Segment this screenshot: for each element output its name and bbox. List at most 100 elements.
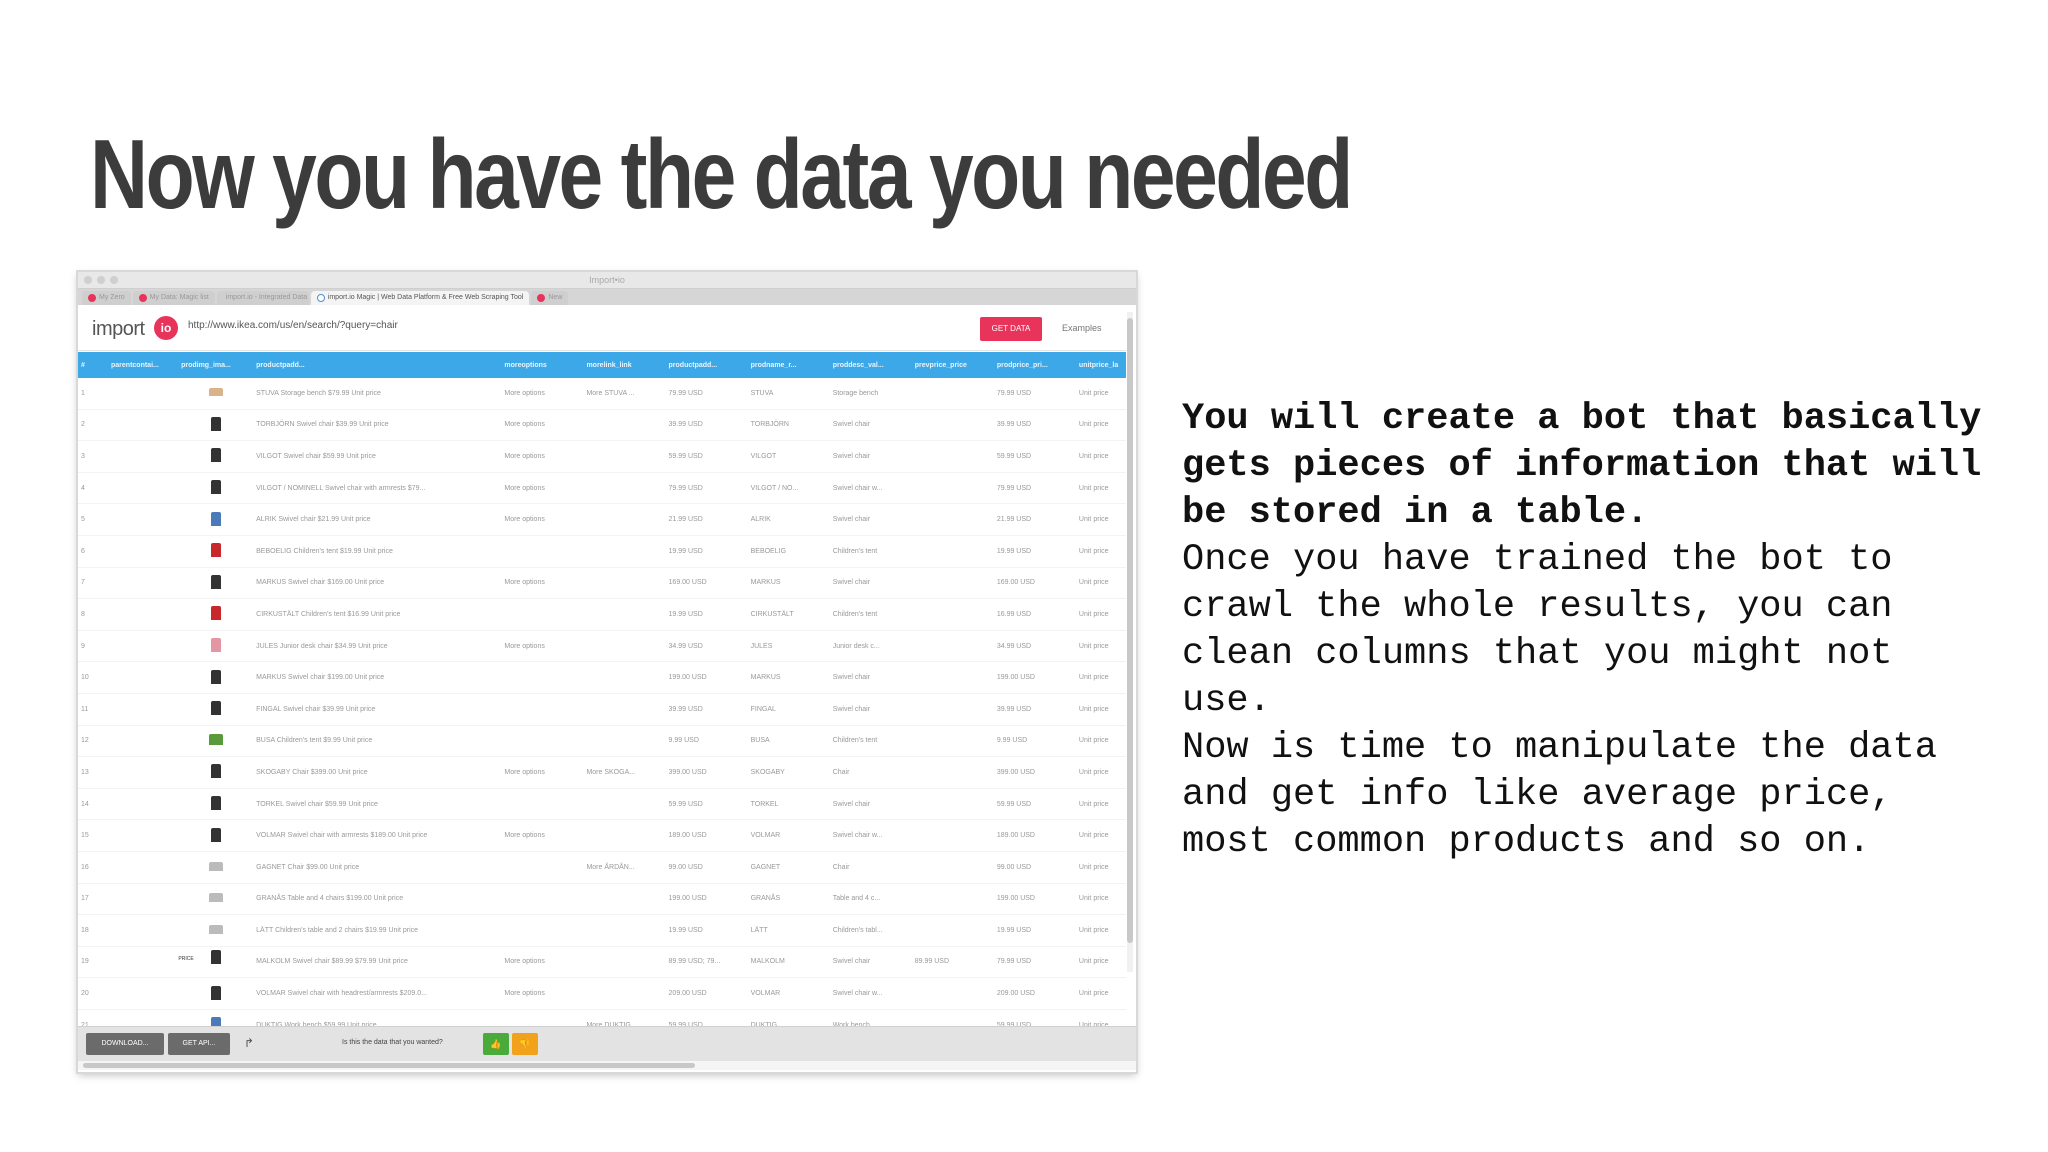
cell-name: VOLMAR <box>747 819 830 852</box>
cell-text: STUVA Storage bench $79.99 Unit price <box>253 378 502 410</box>
table-row[interactable]: 3 VILGOT Swivel chair $59.99 Unit price Mo… <box>78 440 1126 473</box>
browser-tab[interactable]: My Zero <box>82 291 131 305</box>
cell-prev <box>911 535 994 568</box>
cell-price: 79.99 USD <box>665 472 748 505</box>
horizontal-scrollbar[interactable] <box>78 1061 1136 1070</box>
product-thumbnail[interactable] <box>210 827 221 842</box>
column-header[interactable]: prodimg_ima... <box>178 352 254 378</box>
product-thumbnail[interactable] <box>210 985 221 1000</box>
cell-link <box>583 472 666 505</box>
table-row[interactable]: 7 MARKUS Swivel chair $169.00 Unit price M… <box>78 567 1126 600</box>
cell-price: 39.99 USD <box>665 693 748 726</box>
column-header[interactable]: # <box>78 352 109 378</box>
cell-more <box>501 598 584 631</box>
product-thumbnail[interactable] <box>210 796 221 811</box>
table-row[interactable]: 14 TORKEL Swivel chair $59.99 Unit price 5… <box>78 788 1126 821</box>
table-row[interactable]: 16 GAGNET Chair $99.00 Unit price More ÅRD… <box>78 851 1126 884</box>
thumbs-up-icon[interactable]: 👍 <box>483 1033 509 1055</box>
cell-price: 189.00 USD <box>665 819 748 852</box>
product-thumbnail[interactable] <box>208 734 223 746</box>
cell-desc: Swivel chair w... <box>829 977 912 1010</box>
table-row[interactable]: 18 LÄTT Children's table and 2 chairs $19… <box>78 914 1126 947</box>
product-thumbnail[interactable] <box>208 861 223 871</box>
cell-unit: Unit price <box>1075 661 1126 694</box>
cell-unit: Unit price <box>1075 788 1126 821</box>
cell-pp: 99.00 USD <box>993 851 1076 884</box>
product-thumbnail[interactable] <box>210 701 221 716</box>
column-header[interactable]: prevprice_price <box>911 352 994 378</box>
cell-pp: 19.99 USD <box>993 914 1076 947</box>
thumbs-down-icon[interactable]: 👎 <box>512 1033 538 1055</box>
browser-tab-label: New <box>548 294 563 301</box>
table-row[interactable]: 6 BEBOELIG Children's tent $19.99 Unit pr… <box>78 535 1126 568</box>
column-header[interactable]: parentcontai... <box>108 352 179 378</box>
product-thumbnail[interactable] <box>210 448 221 463</box>
cell-prev <box>911 661 994 694</box>
cell-n: 1 <box>78 378 109 410</box>
product-image-cell: NEW LOWER PRICE <box>178 946 254 979</box>
cell-price: 34.99 USD <box>665 630 748 663</box>
cell-desc: Swivel chair <box>829 661 912 694</box>
product-thumbnail[interactable] <box>210 606 221 621</box>
window-controls[interactable] <box>84 276 118 284</box>
browser-tab[interactable]: New <box>531 291 569 305</box>
product-thumbnail[interactable] <box>208 388 223 397</box>
column-header[interactable]: prodname_r... <box>747 352 830 378</box>
column-header[interactable]: morelink_link <box>583 352 666 378</box>
product-thumbnail[interactable] <box>208 924 223 934</box>
product-thumbnail[interactable] <box>210 764 221 779</box>
cell-link <box>583 819 666 852</box>
cell-desc: Swivel chair w... <box>829 819 912 852</box>
table-row[interactable]: 4 VILGOT / NOMINELL Swivel chair with arm… <box>78 472 1126 505</box>
column-header[interactable]: moreoptions <box>501 352 584 378</box>
column-header[interactable]: productpadd... <box>665 352 748 378</box>
column-header[interactable]: prodprice_pri... <box>993 352 1076 378</box>
get-api-button[interactable]: GET API... <box>168 1033 230 1055</box>
examples-link[interactable]: Examples <box>1062 323 1102 333</box>
cell-prev <box>911 440 994 473</box>
table-row[interactable]: 2 TORBJÖRN Swivel chair $39.99 Unit price… <box>78 409 1126 442</box>
parent-container-cell <box>108 693 179 726</box>
url-input[interactable]: http://www.ikea.com/us/en/search/?query=… <box>188 320 398 331</box>
table-row[interactable]: 20 VOLMAR Swivel chair with headrest/armr… <box>78 977 1126 1010</box>
product-image-cell <box>178 851 254 884</box>
parent-container-cell <box>108 819 179 852</box>
redo-icon[interactable]: ↱ <box>244 1036 254 1050</box>
product-thumbnail[interactable] <box>210 950 221 965</box>
table-row[interactable]: 10 MARKUS Swivel chair $199.00 Unit price… <box>78 661 1126 694</box>
product-image-cell <box>178 914 254 947</box>
table-row[interactable]: 11 FINGAL Swivel chair $39.99 Unit price 3… <box>78 693 1126 726</box>
parent-container-cell <box>108 567 179 600</box>
product-thumbnail[interactable] <box>210 638 221 653</box>
cell-name: GAGNET <box>747 851 830 884</box>
product-thumbnail[interactable] <box>210 416 221 431</box>
browser-tab[interactable]: import.io - Integrated Data Science... <box>216 291 309 305</box>
column-header[interactable]: unitprice_la <box>1075 352 1126 378</box>
table-row[interactable]: 17 GRANÅS Table and 4 chairs $199.00 Unit… <box>78 883 1126 916</box>
cell-unit: Unit price <box>1075 914 1126 947</box>
table-row[interactable]: 12 BUSA Children's tent $9.99 Unit price 9… <box>78 725 1126 758</box>
column-header[interactable]: productpadd... <box>253 352 502 378</box>
table-row[interactable]: 13 SKOGABY Chair $399.00 Unit price More o… <box>78 756 1126 789</box>
product-thumbnail[interactable] <box>208 893 223 903</box>
table-row[interactable]: 5 ALRIK Swivel chair $21.99 Unit price Mor… <box>78 503 1126 536</box>
table-row[interactable]: 15 VOLMAR Swivel chair with armrests $189… <box>78 819 1126 852</box>
cell-unit: Unit price <box>1075 409 1126 442</box>
get-data-button[interactable]: GET DATA <box>980 317 1042 341</box>
table-row[interactable]: 1 STUVA Storage bench $79.99 Unit price Mo… <box>78 378 1126 410</box>
column-header[interactable]: proddesc_val... <box>829 352 912 378</box>
product-thumbnail[interactable] <box>210 511 221 526</box>
browser-tab[interactable]: My Data: Magic list <box>132 291 215 305</box>
product-thumbnail[interactable] <box>210 480 221 495</box>
table-row[interactable]: 19 NEW LOWER PRICEMALKOLM Swivel chair $8… <box>78 946 1126 979</box>
vertical-scrollbar[interactable] <box>1127 312 1133 972</box>
product-thumbnail[interactable] <box>210 543 221 558</box>
cell-pp: 39.99 USD <box>993 409 1076 442</box>
cell-more <box>501 725 584 758</box>
table-row[interactable]: 8 CIRKUSTÄLT Children's tent $16.99 Unit … <box>78 598 1126 631</box>
download-button[interactable]: DOWNLOAD... <box>86 1033 164 1055</box>
product-thumbnail[interactable] <box>210 669 221 684</box>
product-thumbnail[interactable] <box>210 574 221 589</box>
browser-tab[interactable]: import.io Magic | Web Data Platform & Fr… <box>310 291 530 305</box>
table-row[interactable]: 9 JULES Junior desk chair $34.99 Unit pri… <box>78 630 1126 663</box>
